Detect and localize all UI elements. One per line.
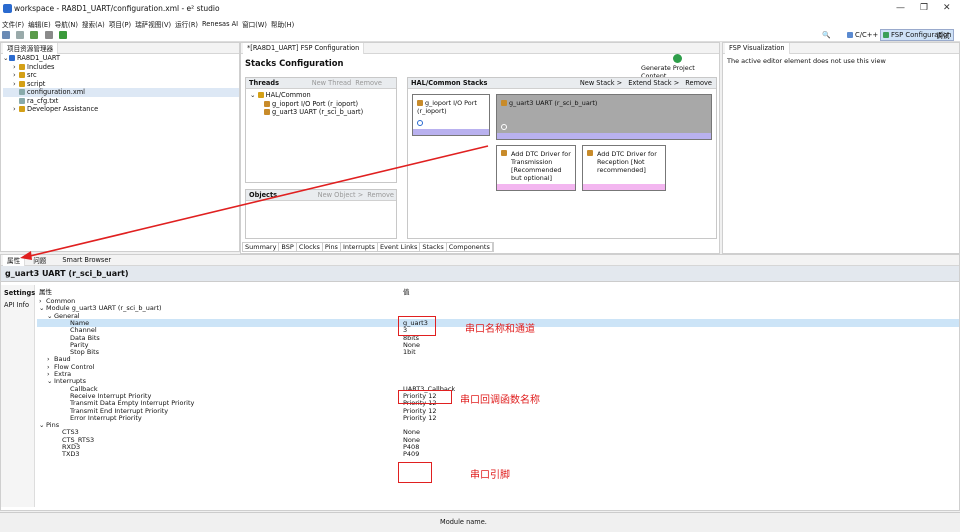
annotation-arrow-head: [20, 251, 32, 260]
annotation-arrow-line: [25, 145, 489, 258]
annotation-arrow: [20, 145, 489, 260]
